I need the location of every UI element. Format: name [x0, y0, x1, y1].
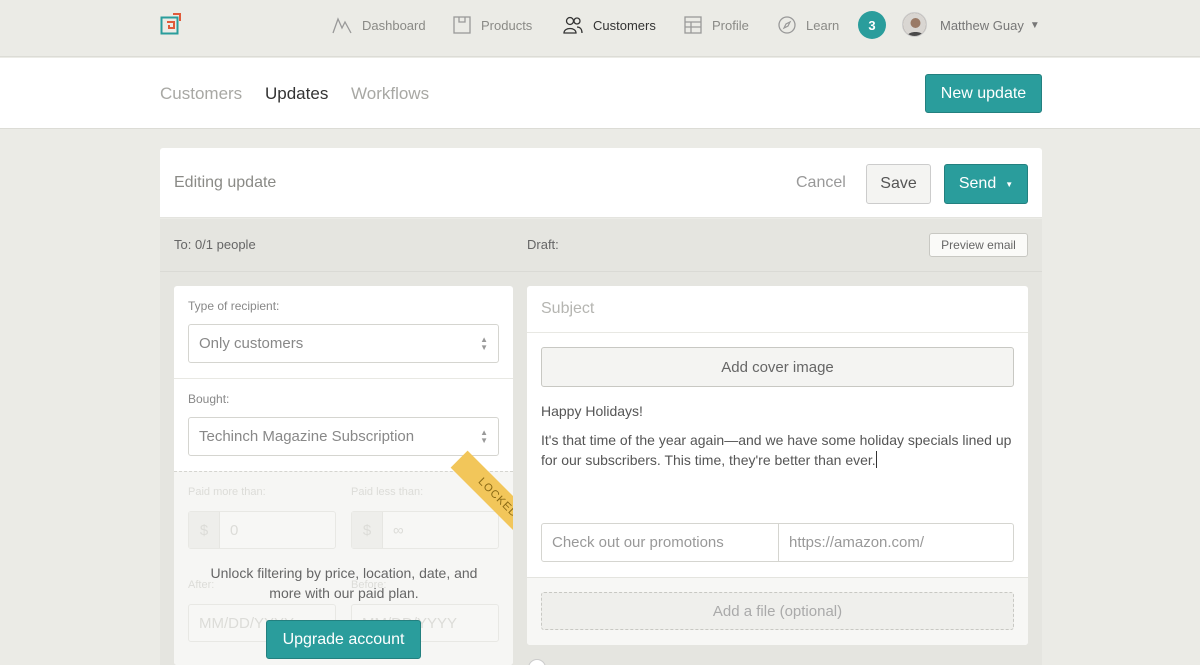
nav-profile[interactable]: Profile — [684, 0, 749, 50]
nav-learn-label: Learn — [806, 17, 840, 33]
message-body-text: It's that time of the year again—and we … — [541, 432, 1012, 468]
divider — [527, 332, 1028, 333]
user-photo-icon — [903, 13, 926, 36]
caret-down-icon: ▼ — [1005, 179, 1014, 189]
upgrade-account-button[interactable]: Upgrade account — [266, 620, 421, 659]
notification-badge[interactable]: 3 — [858, 11, 886, 39]
add-file-button[interactable]: Add a file (optional) — [541, 592, 1014, 630]
text-cursor — [875, 451, 877, 468]
draft-status: Draft: — [527, 237, 559, 252]
cancel-button[interactable]: Cancel — [796, 148, 846, 218]
divider — [174, 378, 513, 379]
save-button[interactable]: Save — [866, 164, 931, 204]
box-icon — [453, 16, 471, 34]
preview-email-button[interactable]: Preview email — [929, 233, 1028, 257]
tab-updates[interactable]: Updates — [265, 58, 328, 129]
nav-products[interactable]: Products — [453, 0, 532, 50]
editor-title: Editing update — [174, 174, 277, 191]
user-menu[interactable]: Matthew Guay ▼ — [940, 0, 1040, 50]
unlock-message: Unlock filtering by price, location, dat… — [210, 565, 478, 601]
paid-less-input: $ ∞ — [351, 511, 499, 549]
message-panel: Subject Add cover image Happy Holidays! … — [527, 286, 1028, 645]
editor-header: Editing update Cancel Save Send ▼ — [160, 148, 1042, 218]
recipient-count: To: 0/1 people — [174, 237, 256, 252]
tab-customers[interactable]: Customers — [160, 58, 242, 129]
sub-nav: Customers Updates Workflows New update — [0, 58, 1200, 129]
avatar[interactable] — [902, 12, 927, 37]
tab-workflows[interactable]: Workflows — [351, 58, 429, 129]
currency-prefix: $ — [189, 512, 220, 548]
paid-more-value: 0 — [230, 521, 239, 539]
message-body[interactable]: It's that time of the year again—and we … — [541, 430, 1016, 470]
message-greeting[interactable]: Happy Holidays! — [541, 403, 643, 419]
chart-icon — [332, 17, 352, 34]
nav-customers[interactable]: Customers — [563, 0, 656, 50]
add-cover-image-button[interactable]: Add cover image — [541, 347, 1014, 387]
recipient-type-value: Only customers — [199, 335, 304, 352]
new-update-button[interactable]: New update — [925, 74, 1042, 113]
subject-input[interactable]: Subject — [541, 300, 594, 318]
gumroad-logo-icon[interactable] — [160, 13, 182, 35]
nav-products-label: Products — [481, 17, 533, 33]
paid-less-value: ∞ — [393, 521, 404, 539]
paid-less-label: Paid less than: — [351, 486, 424, 498]
send-label: Send — [958, 175, 997, 192]
recipient-type-select[interactable]: Only customers ▲ ▼ — [188, 324, 499, 363]
link-row: Check out our promotions https://amazon.… — [541, 523, 1014, 562]
nav-learn[interactable]: Learn — [778, 0, 839, 50]
compass-icon — [778, 16, 796, 34]
top-nav: Dashboard Products Customers Profile Lea… — [0, 0, 1200, 57]
select-arrows-icon: ▲ ▼ — [480, 335, 488, 352]
link-text-input[interactable]: Check out our promotions — [542, 524, 779, 561]
paid-more-label: Paid more than: — [188, 486, 266, 498]
currency-prefix: $ — [352, 512, 383, 548]
bought-label: Bought: — [188, 392, 230, 406]
select-arrows-icon: ▲ ▼ — [480, 428, 488, 445]
nav-dashboard-label: Dashboard — [362, 17, 426, 33]
layout-icon — [684, 16, 702, 34]
link-url-input[interactable]: https://amazon.com/ — [779, 524, 924, 561]
nav-profile-label: Profile — [712, 17, 749, 33]
nav-customers-label: Customers — [593, 17, 656, 33]
bought-select[interactable]: Techinch Magazine Subscription ▲ ▼ — [188, 417, 499, 456]
bought-value: Techinch Magazine Subscription — [199, 428, 415, 445]
send-button[interactable]: Send ▼ — [944, 164, 1028, 204]
filters-panel: Type of recipient: Only customers ▲ ▼ Bou… — [174, 286, 513, 665]
divider — [160, 271, 1042, 272]
users-icon — [563, 16, 583, 34]
attachment-area: Add a file (optional) — [527, 577, 1028, 645]
recipient-type-label: Type of recipient: — [188, 299, 280, 313]
nav-dashboard[interactable]: Dashboard — [332, 0, 426, 50]
chevron-down-icon: ▼ — [1029, 19, 1040, 31]
editor-body: To: 0/1 people Draft: Preview email Type… — [160, 219, 1042, 665]
paid-more-input: $ 0 — [188, 511, 336, 549]
user-name: Matthew Guay — [940, 17, 1024, 33]
